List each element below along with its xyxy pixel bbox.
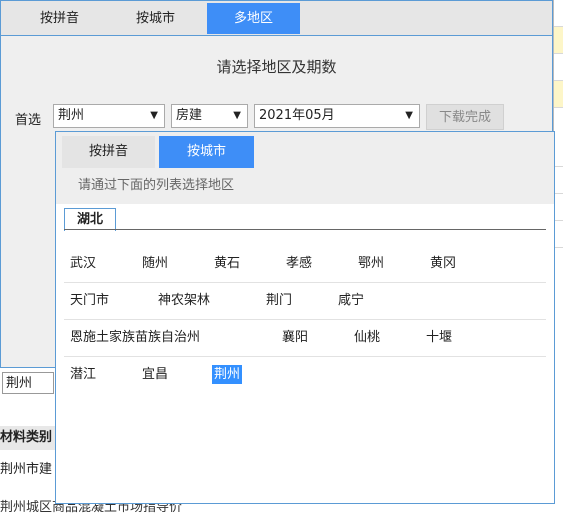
inner-tab-pinyin[interactable]: 按拼音: [62, 136, 155, 168]
background-category-header: 材料类别: [0, 426, 60, 450]
city-item[interactable]: 潜江: [70, 356, 96, 393]
city-item[interactable]: 武汉: [70, 245, 96, 282]
city-item[interactable]: 十堰: [426, 319, 452, 356]
dialog-title: 请选择地区及期数: [216, 58, 337, 76]
city-row: 天门市 神农架林 荆门 咸宁: [64, 282, 546, 320]
city-item[interactable]: 咸宁: [338, 282, 364, 319]
city-item[interactable]: 仙桃: [354, 319, 380, 356]
city-item[interactable]: 襄阳: [282, 319, 308, 356]
tab-multi-region[interactable]: 多地区: [207, 3, 300, 34]
inner-tab-city[interactable]: 按城市: [159, 136, 254, 168]
inner-tabbar: 按拼音 按城市: [56, 132, 554, 169]
picker-hint: 请通过下面的列表选择地区: [56, 168, 554, 204]
category-select-value: 房建: [176, 108, 203, 123]
city-item[interactable]: 随州: [142, 245, 168, 282]
city-row: 恩施土家族苗族自治州 襄阳 仙桃 十堰: [64, 319, 546, 357]
period-select-value: 2021年05月: [259, 108, 335, 123]
city-row: 潜江 宜昌 荆州: [64, 356, 546, 393]
primary-label: 首选: [15, 113, 42, 128]
city-item[interactable]: 宜昌: [142, 356, 168, 393]
province-tab-divider: [64, 229, 546, 230]
city-item[interactable]: 黄石: [214, 245, 240, 282]
chevron-down-icon: ▼: [233, 110, 241, 121]
chevron-down-icon: ▼: [150, 110, 158, 121]
city-item[interactable]: 神农架林: [158, 282, 210, 319]
city-item[interactable]: 鄂州: [358, 245, 384, 282]
city-item[interactable]: 荆门: [266, 282, 292, 319]
city-item[interactable]: 黄冈: [430, 245, 456, 282]
chevron-down-icon: ▼: [405, 110, 413, 121]
city-row: 武汉 随州 黄石 孝感 鄂州 黄冈: [64, 245, 546, 283]
city-select[interactable]: 荆州 ▼: [53, 104, 165, 128]
city-select-value: 荆州: [58, 108, 85, 123]
city-item-selected[interactable]: 荆州: [212, 365, 243, 384]
background-row: 荆州市建: [0, 462, 53, 477]
city-picker-dialog: 按拼音 按城市 请通过下面的列表选择地区 湖北 武汉 随州 黄石 孝感 鄂州 黄…: [55, 131, 555, 504]
city-item[interactable]: 孝感: [286, 245, 312, 282]
download-button[interactable]: 下载完成: [426, 104, 504, 130]
province-tab-hubei[interactable]: 湖北: [64, 208, 116, 231]
tab-pinyin[interactable]: 按拼音: [18, 3, 101, 34]
city-item[interactable]: 天门市: [70, 282, 109, 319]
category-select[interactable]: 房建 ▼: [171, 104, 248, 128]
city-item[interactable]: 恩施土家族苗族自治州: [70, 319, 200, 356]
period-select[interactable]: 2021年05月 ▼: [254, 104, 420, 128]
tab-city[interactable]: 按城市: [108, 3, 203, 34]
background-city-input[interactable]: 荆州: [2, 372, 54, 394]
outer-tabbar: 按拼音 按城市 多地区: [1, 1, 552, 36]
